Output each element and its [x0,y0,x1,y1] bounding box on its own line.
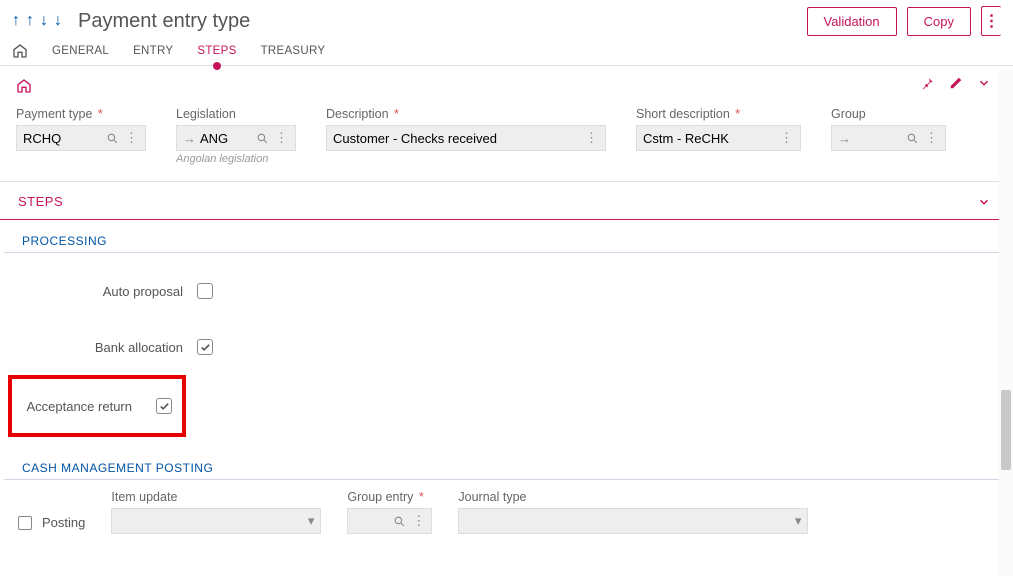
description-field[interactable]: ⋮ [326,125,606,151]
nav-next-icon[interactable]: ↓ [40,12,48,30]
cash-subtitle: CASH MANAGEMENT POSTING [4,447,1009,480]
search-icon[interactable] [393,515,406,528]
validation-button[interactable]: Validation [807,7,897,36]
field-more-icon[interactable]: ⋮ [412,513,425,529]
nav-first-icon[interactable]: ↑ [12,12,20,30]
tab-entry[interactable]: ENTRY [133,36,173,65]
acceptance-return-highlight: Acceptance return [8,375,186,437]
edit-icon[interactable] [949,76,963,90]
field-more-icon[interactable]: ⋮ [582,130,601,146]
search-icon[interactable] [103,132,122,145]
scrollbar[interactable] [999,70,1013,576]
auto-proposal-checkbox[interactable] [197,283,213,299]
field-more-icon[interactable]: ⋮ [777,130,796,146]
acceptance-return-checkbox[interactable] [156,398,172,414]
search-icon[interactable] [253,132,272,145]
arrow-right-icon: → [838,131,851,146]
arrow-right-icon: → [183,131,196,146]
field-more-icon[interactable]: ⋮ [272,130,291,146]
processing-subtitle: PROCESSING [4,220,1009,253]
nav-prev-icon[interactable]: ↑ [26,12,34,30]
steps-section-header[interactable]: STEPS [0,182,1013,220]
panel-home-icon[interactable] [16,78,32,94]
group-label: Group [831,107,946,121]
payment-type-input[interactable] [23,131,103,146]
short-description-label: Short description * [636,107,801,121]
posting-checkbox[interactable] [18,516,32,530]
pin-icon[interactable] [921,76,935,90]
home-icon[interactable] [12,43,28,59]
record-nav: ↑ ↑ ↓ ↓ [12,12,62,30]
item-update-label: Item update [111,490,321,504]
group-entry-label: Group entry * [347,490,432,504]
acceptance-return-label: Acceptance return [22,399,132,414]
search-icon[interactable] [903,132,922,145]
tab-treasury[interactable]: TREASURY [261,36,326,65]
payment-type-label: Payment type * [16,107,146,121]
bank-allocation-checkbox[interactable] [197,339,213,355]
legislation-help: Angolan legislation [176,153,296,165]
description-input[interactable] [333,131,582,146]
group-field[interactable]: → ⋮ [831,125,946,151]
group-input[interactable] [855,131,903,146]
chevron-down-icon[interactable] [977,76,991,90]
field-more-icon[interactable]: ⋮ [122,130,141,146]
page-title: Payment entry type [78,10,807,33]
more-actions-button[interactable]: ⋮ [981,6,1001,36]
legislation-input[interactable] [200,131,253,146]
description-label: Description * [326,107,606,121]
scrollbar-thumb[interactable] [1001,390,1011,470]
journal-type-dropdown[interactable]: ▾ [458,508,808,534]
caret-down-icon: ▾ [795,513,802,529]
legislation-field[interactable]: → ⋮ [176,125,296,151]
nav-last-icon[interactable]: ↓ [54,12,62,30]
tab-steps[interactable]: STEPS [197,36,236,65]
legislation-label: Legislation [176,107,296,121]
posting-label: Posting [42,515,85,530]
chevron-down-icon [977,195,991,209]
auto-proposal-label: Auto proposal [18,284,183,299]
copy-button[interactable]: Copy [907,7,971,36]
short-description-field[interactable]: ⋮ [636,125,801,151]
payment-type-field[interactable]: ⋮ [16,125,146,151]
journal-type-label: Journal type [458,490,808,504]
item-update-dropdown[interactable]: ▾ [111,508,321,534]
tab-general[interactable]: GENERAL [52,36,109,65]
short-description-input[interactable] [643,131,777,146]
bank-allocation-label: Bank allocation [18,340,183,355]
field-more-icon[interactable]: ⋮ [922,130,941,146]
caret-down-icon: ▾ [308,513,315,529]
group-entry-lookup[interactable]: ⋮ [347,508,432,534]
